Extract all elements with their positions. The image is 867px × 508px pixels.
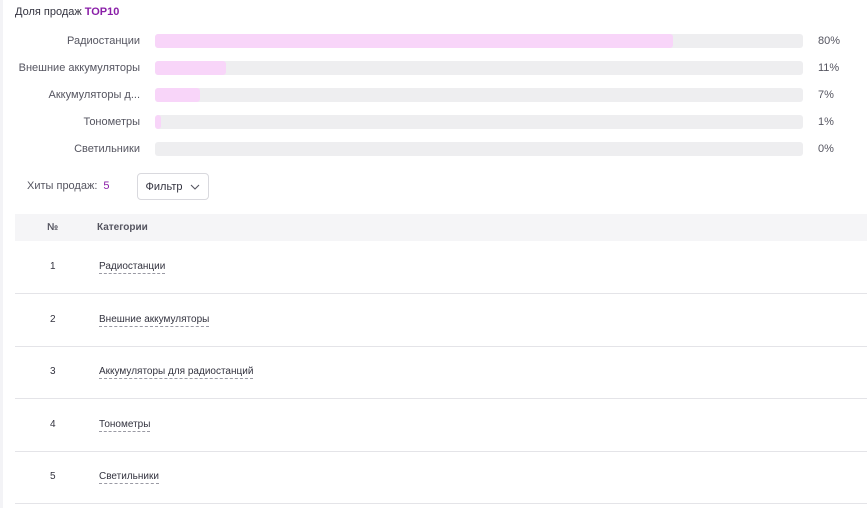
category-link[interactable]: Тонометры [99,418,151,432]
share-label: Внешние аккумуляторы [18,62,140,74]
share-bar-fill [155,115,162,129]
category-link[interactable]: Радиостанции [99,260,166,274]
row-number: 1 [50,261,56,272]
table-row: 5 Светильники [15,451,867,504]
category-link[interactable]: Светильники [99,470,159,484]
share-label: Аккумуляторы д... [48,89,140,101]
row-number: 4 [50,419,56,430]
title-text: Доля продаж [15,6,82,18]
share-percent: 1% [818,116,834,128]
share-percent: 7% [818,89,834,101]
row-number: 3 [50,366,56,377]
share-percent: 0% [818,143,834,155]
category-link[interactable]: Внешние аккумуляторы [99,313,210,327]
share-label: Радиостанции [67,35,140,47]
share-row: Аккумуляторы д... 7% [3,87,867,103]
share-percent: 11% [818,62,840,74]
hits-label: Хиты продаж: [27,180,98,192]
chevron-down-icon [191,184,200,190]
panel-title: Доля продаж TOP10 [15,6,119,18]
share-row: Радиостанции 80% [3,33,867,49]
table-header: № Категории [15,214,867,241]
share-row: Внешние аккумуляторы 11% [3,60,867,76]
share-percent: 80% [818,35,841,47]
filter-button[interactable]: Фильтр [137,173,209,200]
share-bar-fill [155,34,674,48]
filter-label: Фильтр [145,180,183,193]
sales-share-panel: Доля продаж TOP10 Радиостанции 80% Внешни… [3,0,867,508]
share-label: Светильники [74,143,140,155]
share-bar-track [155,142,803,156]
row-number: 5 [50,471,56,482]
table-row: 1 Радиостанции [15,241,867,294]
table-row: 4 Тонометры [15,399,867,452]
share-row: Тонометры 1% [3,114,867,130]
row-number: 2 [50,314,56,325]
title-accent: TOP10 [84,6,120,18]
share-bar-track [155,115,803,129]
share-bar-fill [155,88,201,102]
table-row: 3 Аккумуляторы для радиостанций [15,346,867,399]
header-number: № [47,222,59,233]
table-row: 2 Внешние аккумуляторы [15,294,867,347]
header-category: Категории [97,222,148,233]
hits-count: 5 [103,180,110,192]
share-label: Тонометры [83,116,140,128]
share-bar-fill [155,61,227,75]
share-bar-track [155,88,803,102]
category-link[interactable]: Аккумуляторы для радиостанций [99,365,254,379]
hits-summary: Хиты продаж: 5 [27,180,110,192]
share-bar-track [155,61,803,75]
share-bar-track [155,34,803,48]
share-row: Светильники 0% [3,141,867,157]
